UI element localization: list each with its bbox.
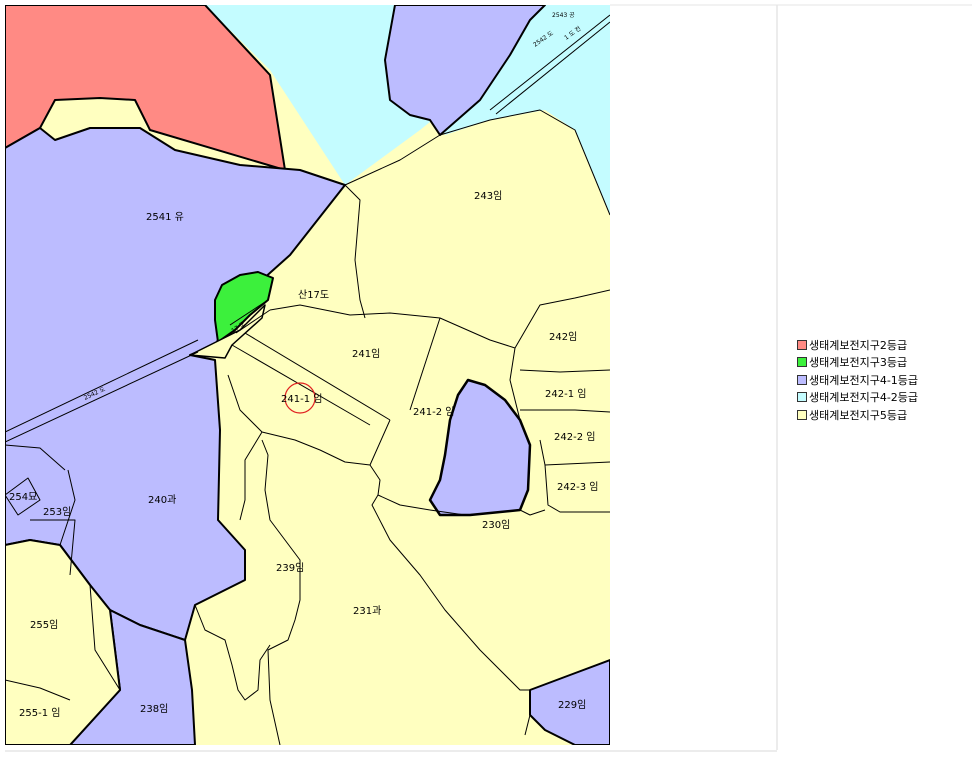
legend-item-grade2: 생태계보전지구2등급 (797, 336, 918, 354)
legend-item-grade5: 생태계보전지구5등급 (797, 406, 918, 424)
road-label-2543: 2543 공 (552, 12, 575, 19)
legend-label: 생태계보전지구4-2등급 (809, 391, 919, 405)
parcel-label-231[interactable]: 231과 (353, 605, 381, 617)
parcel-label-243[interactable]: 243임 (474, 189, 502, 202)
legend-swatch-grade2 (797, 339, 807, 350)
parcel-label-255-1[interactable]: 255-1 임 (19, 706, 60, 719)
parcel-label-239[interactable]: 239임 (276, 561, 304, 574)
legend-item-grade4-2: 생태계보전지구4-2등급 (797, 389, 918, 407)
parcel-label-229[interactable]: 229임 (558, 698, 586, 711)
parcel-label-255[interactable]: 255임 (30, 618, 58, 631)
parcel-label-241-2[interactable]: 241-2 임 (413, 405, 454, 418)
parcel-label-253[interactable]: 253임 (43, 505, 71, 518)
parcel-label-241[interactable]: 241임 (352, 347, 380, 360)
parcel-label-240[interactable]: 240과 (148, 494, 176, 506)
parcel-label-242-1[interactable]: 242-1 임 (545, 387, 586, 400)
legend-item-grade4-1: 생태계보전지구4-1등급 (797, 371, 918, 389)
parcel-label-2541[interactable]: 2541 유 (146, 211, 184, 223)
parcel-label-238[interactable]: 238임 (140, 702, 168, 715)
legend-label: 생태계보전지구5등급 (809, 408, 908, 422)
map-legend: 생태계보전지구2등급 생태계보전지구3등급 생태계보전지구4-1등급 생태계보전… (797, 336, 918, 424)
parcel-label-242-3[interactable]: 242-3 임 (557, 480, 598, 493)
parcel-label-242-2[interactable]: 242-2 임 (554, 430, 595, 443)
legend-swatch-grade3 (797, 357, 807, 368)
legend-swatch-grade4-2 (797, 392, 807, 403)
parcel-label-san17[interactable]: 산17도 (298, 289, 329, 301)
parcel-label-241-1[interactable]: 241-1 임 (281, 392, 322, 405)
legend-swatch-grade5 (797, 409, 807, 420)
legend-item-grade3: 생태계보전지구3등급 (797, 354, 918, 372)
parcel-label-242[interactable]: 242임 (549, 330, 577, 343)
parcel-label-254[interactable]: 254묘 (9, 492, 37, 503)
legend-label: 생태계보전지구2등급 (809, 338, 908, 352)
legend-label: 생태계보전지구3등급 (809, 356, 908, 370)
parcel-label-230[interactable]: 230임 (482, 518, 510, 531)
legend-label: 생태계보전지구4-1등급 (809, 373, 919, 387)
legend-swatch-grade4-1 (797, 374, 807, 385)
